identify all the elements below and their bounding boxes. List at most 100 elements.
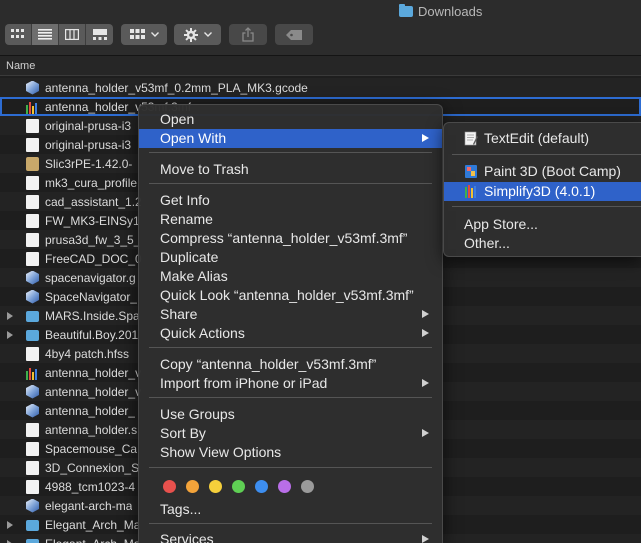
document-icon <box>26 479 39 494</box>
menu-open-with[interactable]: Open With <box>139 129 442 148</box>
menu-get-info[interactable]: Get Info <box>139 191 442 210</box>
menu-quick-actions[interactable]: Quick Actions <box>139 324 442 343</box>
menu-share-label: Share <box>160 306 198 322</box>
menu-duplicate[interactable]: Duplicate <box>139 248 442 267</box>
menu-use-groups[interactable]: Use Groups <box>139 405 442 424</box>
name-column-header[interactable]: Name <box>0 56 641 76</box>
menu-divider <box>149 183 432 184</box>
document-icon <box>26 460 39 475</box>
file-name: SpaceNavigator_ <box>45 289 138 304</box>
window-title: Downloads <box>399 3 482 19</box>
submenu-arrow-icon <box>422 329 429 337</box>
name-column-label: Name <box>6 60 36 72</box>
column-view-button[interactable] <box>59 24 86 45</box>
open-with-paint3d[interactable]: Paint 3D (Boot Camp) <box>444 162 641 181</box>
disclosure-triangle-icon[interactable] <box>7 539 13 543</box>
edit-tags-button[interactable] <box>275 24 313 45</box>
tag-color-dot[interactable] <box>163 480 176 493</box>
file-name: FW_MK3-EINSy1 <box>45 213 140 228</box>
group-grid-icon <box>129 29 145 39</box>
gallery-icon <box>92 29 107 40</box>
document-icon <box>26 137 39 152</box>
view-mode-control <box>5 24 113 45</box>
list-view-button[interactable] <box>32 24 59 45</box>
menu-share[interactable]: Share <box>139 305 442 324</box>
file-name: Elegant_Arch_Ma <box>45 517 141 532</box>
open-with-simplify3d[interactable]: Simplify3D (4.0.1) <box>444 182 641 201</box>
folder-icon <box>26 310 39 322</box>
chevron-down-icon <box>203 32 212 37</box>
menu-divider <box>149 523 432 524</box>
open-with-other[interactable]: Other... <box>444 234 641 253</box>
menu-make-alias[interactable]: Make Alias <box>139 267 442 286</box>
menu-divider <box>149 152 432 153</box>
grid-icon <box>11 29 24 38</box>
open-with-submenu: TextEdit (default) Paint 3D (Boot Camp) … <box>443 122 641 257</box>
menu-services[interactable]: Services <box>139 530 442 543</box>
file-name: Spacemouse_Ca <box>45 441 138 456</box>
menu-show-view-options[interactable]: Show View Options <box>139 443 442 462</box>
menu-open[interactable]: Open <box>139 110 442 129</box>
file-name: antenna_holder_ <box>45 403 136 418</box>
submenu-arrow-icon <box>422 134 429 142</box>
action-button[interactable] <box>174 24 221 45</box>
disclosure-triangle-icon[interactable] <box>7 520 13 529</box>
cube-icon <box>26 498 39 513</box>
textedit-icon <box>464 131 478 146</box>
menu-copy[interactable]: Copy “antenna_holder_v53mf.3mf” <box>139 355 442 374</box>
share-icon <box>242 27 254 42</box>
document-icon <box>26 194 39 209</box>
document-icon <box>26 251 39 266</box>
tag-color-dot[interactable] <box>232 480 245 493</box>
cube-icon <box>26 270 39 285</box>
group-view-button[interactable] <box>121 24 167 45</box>
open-with-app-store[interactable]: App Store... <box>444 215 641 234</box>
document-icon <box>26 118 39 133</box>
file-name: spacenavigator.g <box>45 270 136 285</box>
menu-move-to-trash[interactable]: Move to Trash <box>139 160 442 179</box>
menu-rename[interactable]: Rename <box>139 210 442 229</box>
menu-import-iphone[interactable]: Import from iPhone or iPad <box>139 374 442 393</box>
menu-divider <box>149 347 432 348</box>
simplify3d-icon <box>26 100 39 114</box>
list-icon <box>38 29 52 40</box>
menu-sort-by[interactable]: Sort By <box>139 424 442 443</box>
tag-color-dot[interactable] <box>186 480 199 493</box>
file-name: original-prusa-i3 <box>45 137 132 152</box>
menu-open-with-label: Open With <box>160 130 227 146</box>
tag-color-picker <box>163 480 314 493</box>
menu-divider <box>149 397 432 398</box>
file-name: antenna_holder_v <box>45 384 142 399</box>
disclosure-triangle-icon[interactable] <box>7 311 13 320</box>
share-button[interactable] <box>229 24 267 45</box>
tag-color-dot[interactable] <box>255 480 268 493</box>
submenu-arrow-icon <box>422 535 429 543</box>
file-name: cad_assistant_1.2 <box>45 194 142 209</box>
menu-divider <box>149 467 432 468</box>
open-with-textedit-label: TextEdit (default) <box>484 130 590 146</box>
open-with-simplify3d-label: Simplify3D (4.0.1) <box>484 183 596 199</box>
cube-icon <box>26 80 39 95</box>
document-icon <box>26 232 39 247</box>
columns-icon <box>65 29 79 40</box>
document-icon <box>26 175 39 190</box>
tag-color-dot[interactable] <box>209 480 222 493</box>
gallery-view-button[interactable] <box>86 24 113 45</box>
open-with-textedit[interactable]: TextEdit (default) <box>444 129 641 148</box>
menu-quick-look[interactable]: Quick Look “antenna_holder_v53mf.3mf” <box>139 286 442 305</box>
tag-color-dot[interactable] <box>278 480 291 493</box>
disclosure-triangle-icon[interactable] <box>7 330 13 339</box>
tag-color-dot[interactable] <box>301 480 314 493</box>
file-row[interactable]: antenna_holder_v53mf_0.2mm_PLA_MK3.gcode <box>0 78 641 97</box>
document-icon <box>26 422 39 437</box>
menu-compress[interactable]: Compress “antenna_holder_v53mf.3mf” <box>139 229 442 248</box>
open-with-app-store-label: App Store... <box>464 216 538 232</box>
file-name: 4988_tcm1023-4 <box>45 479 136 494</box>
file-name: prusa3d_fw_3_5_ <box>45 232 141 247</box>
menu-tags[interactable]: Tags... <box>139 500 442 519</box>
finder-toolbar: Downloads <box>0 0 641 56</box>
document-icon <box>26 441 39 456</box>
icon-view-button[interactable] <box>5 24 32 45</box>
gear-icon <box>183 27 198 42</box>
menu-sort-by-label: Sort By <box>160 425 206 441</box>
